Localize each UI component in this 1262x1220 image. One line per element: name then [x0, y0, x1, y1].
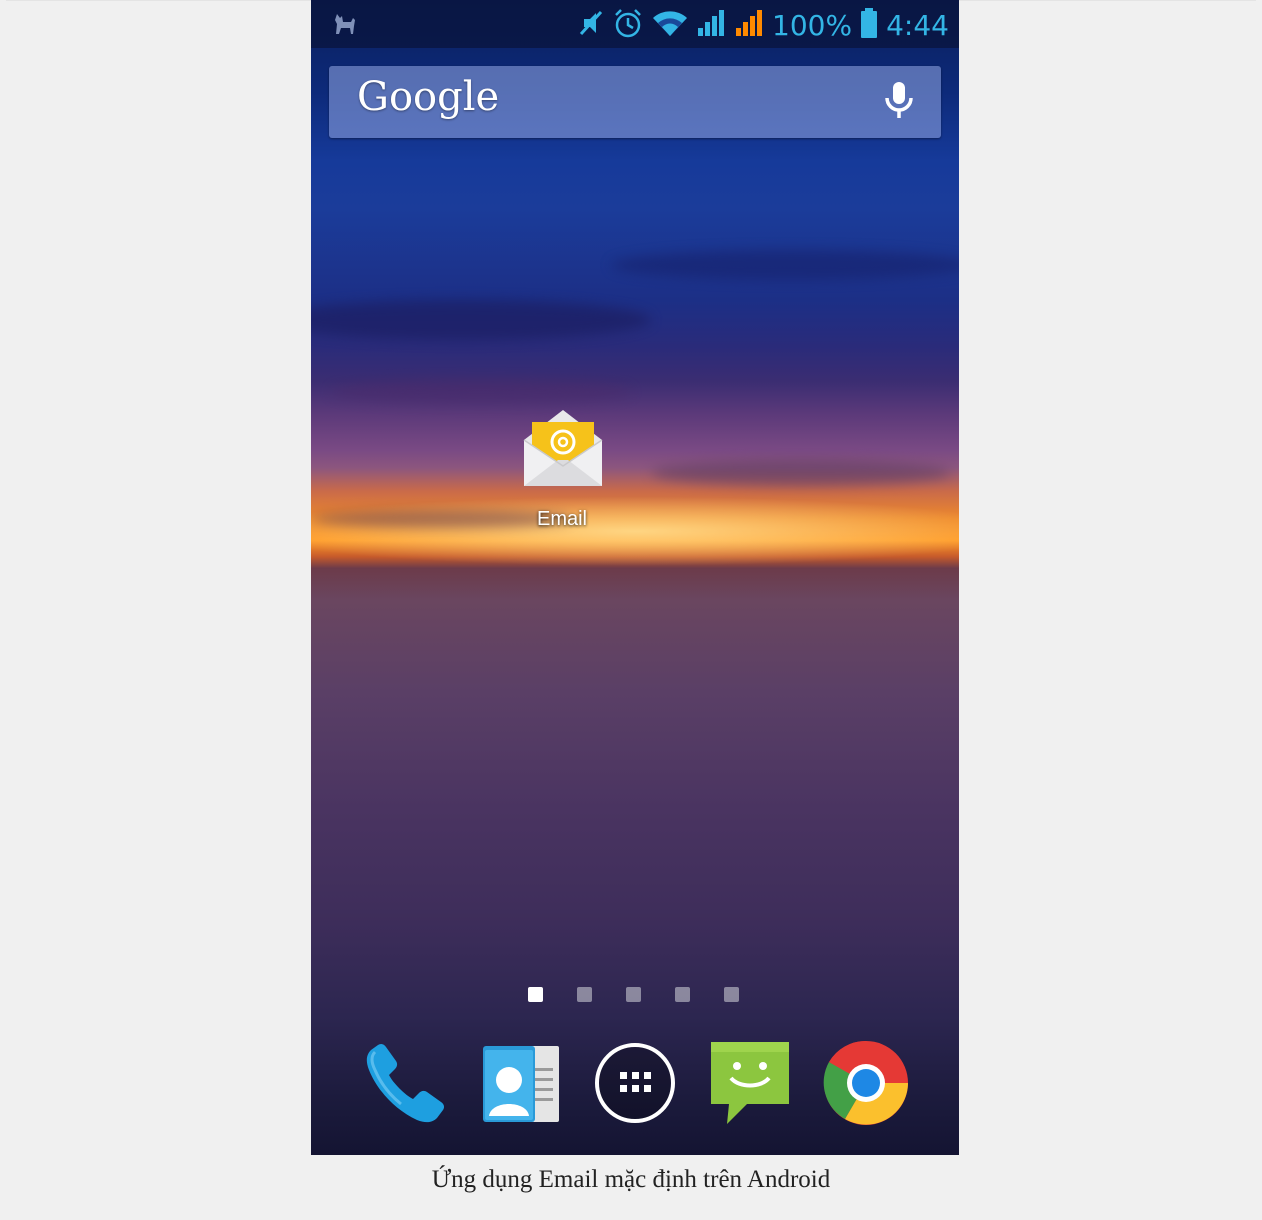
status-bar[interactable]: 100% 4:44: [311, 0, 959, 48]
battery-icon: [860, 8, 878, 42]
page-dot[interactable]: [577, 987, 592, 1002]
wallpaper-cloud: [611, 250, 959, 280]
phone-screen: 100% 4:44 Google Email: [311, 0, 959, 1155]
wallpaper-cloud: [651, 460, 951, 486]
battery-percent: 100%: [772, 8, 853, 42]
page-dot[interactable]: [626, 987, 641, 1002]
notification-cat-icon: [333, 10, 357, 40]
chrome-icon[interactable]: [821, 1038, 908, 1128]
page-dot-active[interactable]: [528, 987, 543, 1002]
app-drawer-icon[interactable]: [592, 1038, 678, 1128]
messaging-icon[interactable]: [707, 1038, 793, 1128]
page-indicator: [528, 987, 739, 1002]
contacts-icon[interactable]: [477, 1038, 563, 1128]
mic-icon[interactable]: [883, 80, 915, 126]
signal-sim1-icon: [696, 8, 726, 42]
signal-sim2-icon: [734, 8, 764, 42]
alarm-icon: [612, 7, 644, 43]
email-app-shortcut[interactable]: Email: [517, 408, 607, 536]
dock: [311, 1038, 959, 1134]
email-envelope-icon: [522, 408, 604, 494]
mute-icon: [578, 8, 604, 42]
wallpaper-cloud: [331, 380, 631, 404]
wallpaper-cloud: [311, 300, 651, 340]
page-dot[interactable]: [675, 987, 690, 1002]
clock: 4:44: [886, 8, 949, 42]
wifi-icon: [652, 8, 688, 42]
google-logo: Google: [357, 74, 500, 120]
email-app-label: Email: [536, 508, 587, 530]
page-dot[interactable]: [724, 987, 739, 1002]
phone-icon[interactable]: [361, 1038, 447, 1128]
google-search-bar[interactable]: Google: [329, 66, 941, 138]
image-caption: Ứng dụng Email mặc định trên Android: [431, 1166, 831, 1193]
